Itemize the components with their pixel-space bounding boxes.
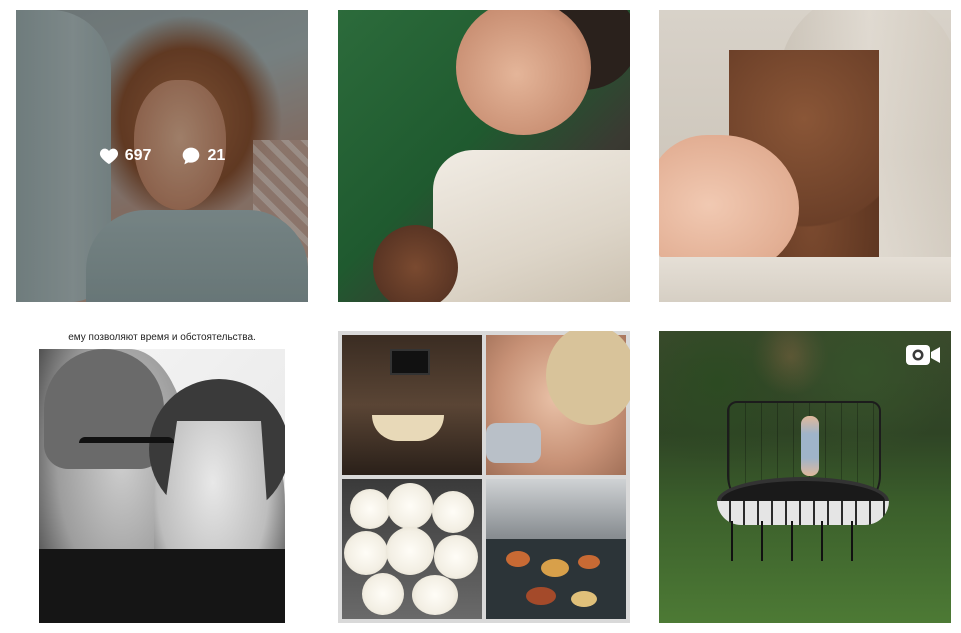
- video-camera-icon: [906, 345, 940, 365]
- likes-stat: 697: [99, 147, 152, 165]
- image-caption-text: ему позволяют время и обстоятельства.: [68, 332, 256, 343]
- comment-bubble-icon: [183, 147, 200, 165]
- grid-post-5[interactable]: [338, 331, 630, 623]
- grid-post-3[interactable]: [659, 10, 951, 302]
- post-image: [659, 10, 951, 302]
- post-image: [338, 331, 630, 623]
- comments-count: 21: [207, 147, 226, 164]
- post-image: [338, 10, 630, 302]
- comments-stat: 21: [181, 146, 225, 166]
- post-grid: 697 21 ему позволяют время и обстоятельс…: [0, 0, 961, 633]
- grid-post-1[interactable]: 697 21: [16, 10, 308, 302]
- post-image: ему позволяют время и обстоятельства.: [16, 331, 308, 623]
- grid-post-6[interactable]: [659, 331, 951, 623]
- post-image: [659, 331, 951, 623]
- heart-icon: [99, 148, 118, 165]
- grid-post-4[interactable]: ему позволяют время и обстоятельства.: [16, 331, 308, 623]
- post-hover-overlay: 697 21: [16, 10, 308, 302]
- grid-post-2[interactable]: [338, 10, 630, 302]
- likes-count: 697: [124, 147, 152, 164]
